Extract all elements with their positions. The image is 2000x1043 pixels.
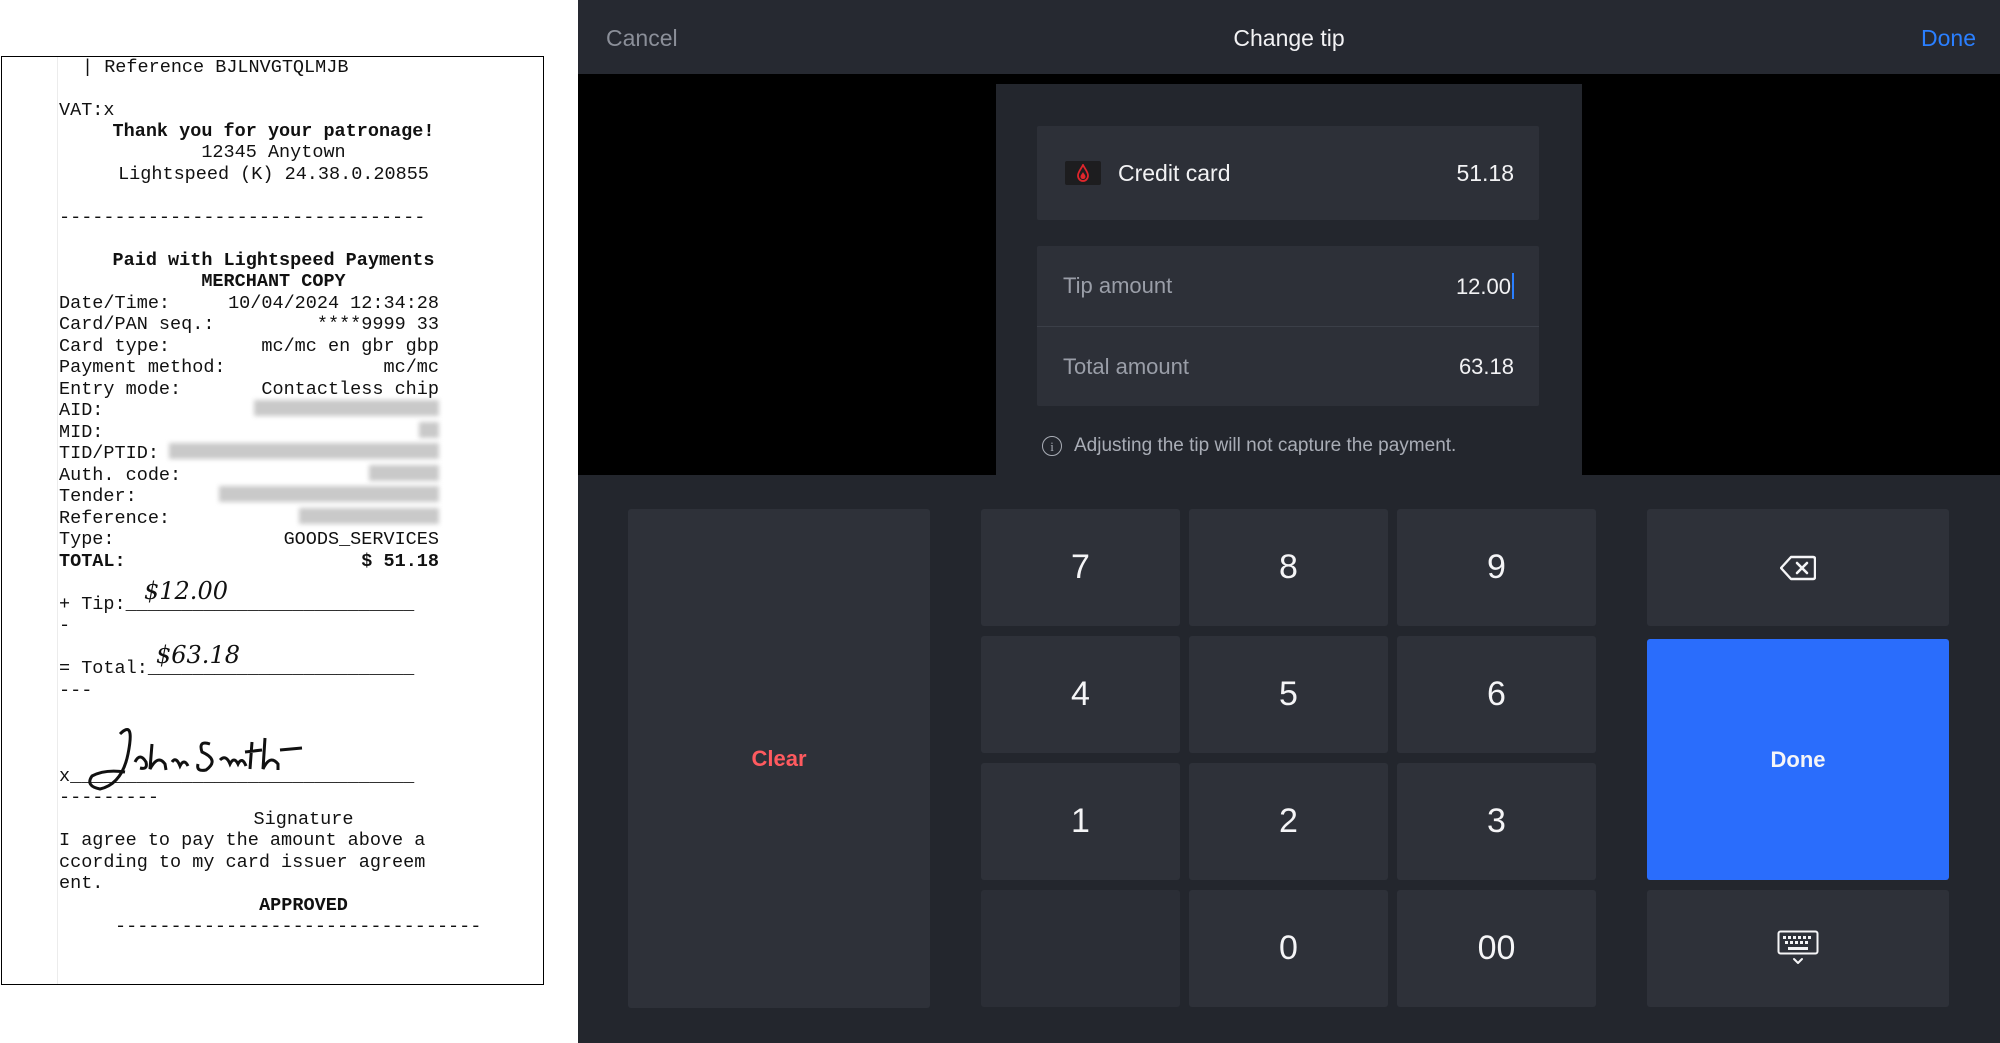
lightspeed-logo-icon bbox=[1065, 161, 1101, 185]
key-00[interactable]: 00 bbox=[1397, 890, 1596, 1007]
receipt-field-tid: TID/PTID: bbox=[59, 443, 439, 464]
key-5[interactable]: 5 bbox=[1189, 636, 1388, 753]
receipt-copy-type: MERCHANT COPY bbox=[201, 271, 346, 292]
handwritten-tip: $12.00 bbox=[144, 577, 228, 605]
capture-notice-text: Adjusting the tip will not capture the p… bbox=[1074, 435, 1457, 456]
info-icon: i bbox=[1042, 436, 1062, 456]
receipt-vat: VAT:x bbox=[59, 100, 115, 121]
redacted-value bbox=[299, 508, 439, 524]
capture-notice: i Adjusting the tip will not capture the… bbox=[1042, 435, 1456, 457]
receipt-paid-with: Paid with Lightspeed Payments bbox=[112, 250, 435, 271]
done-button[interactable]: Done bbox=[1921, 25, 1976, 52]
tip-amount-input[interactable]: 12.00 bbox=[1456, 273, 1514, 300]
tip-amount-row[interactable]: Tip amount 12.00 bbox=[1037, 246, 1539, 326]
receipt-reference: | Reference BJLNVGTQLMJB bbox=[82, 57, 349, 78]
text-caret bbox=[1512, 273, 1514, 299]
receipt-field-payment-method: Payment method: mc/mc bbox=[59, 357, 439, 378]
receipt-field-card-pan: Card/PAN seq.: ****9999 33 bbox=[59, 314, 439, 335]
receipt-agree: I agree to pay the amount above a bbox=[59, 830, 426, 851]
redacted-value bbox=[369, 465, 439, 481]
receipt-field-aid: AID: bbox=[59, 400, 439, 421]
receipt-agree: ccording to my card issuer agreem bbox=[59, 852, 426, 873]
redacted-value bbox=[254, 400, 439, 416]
backspace-key[interactable] bbox=[1647, 509, 1949, 626]
tip-amount-label: Tip amount bbox=[1063, 273, 1173, 298]
receipt-thanks: Thank you for your patronage! bbox=[112, 121, 435, 142]
redacted-value bbox=[219, 486, 439, 502]
key-0[interactable]: 0 bbox=[1189, 890, 1388, 1007]
key-9[interactable]: 9 bbox=[1397, 509, 1596, 626]
number-keypad: Clear 7 8 9 4 5 6 1 2 3 0 00 Done bbox=[578, 475, 2000, 1043]
total-amount-value: 63.18 bbox=[1458, 354, 1514, 379]
hide-keyboard-key[interactable] bbox=[1647, 890, 1949, 1007]
receipt-address: 12345 Anytown bbox=[201, 142, 346, 163]
receipt-field-reference: Reference: bbox=[59, 508, 439, 529]
receipt-field-tender: Tender: bbox=[59, 486, 439, 507]
payment-method-card: Credit card 51.18 bbox=[1037, 126, 1539, 220]
nav-bar: Cancel Change tip Done bbox=[578, 0, 2000, 74]
receipt-field-type: Type: GOODS_SERVICES bbox=[59, 529, 439, 550]
receipt-field-entry-mode: Entry mode: Contactless chip bbox=[59, 379, 439, 400]
handwritten-signature bbox=[88, 728, 303, 791]
total-amount-label: Total amount bbox=[1063, 354, 1189, 379]
receipt-dash: --- bbox=[59, 680, 93, 701]
clear-key[interactable]: Clear bbox=[628, 509, 930, 1008]
tip-panel: Credit card 51.18 Tip amount 12.00 Total… bbox=[996, 84, 1582, 484]
receipt-approved: APPROVED bbox=[259, 895, 348, 916]
receipt-version: Lightspeed (K) 24.38.0.20855 bbox=[118, 164, 429, 185]
receipt-field-auth-code: Auth. code: bbox=[59, 465, 439, 486]
backspace-icon bbox=[1780, 555, 1816, 580]
receipt-signature-label: Signature bbox=[253, 809, 354, 830]
receipt-divider: --------------------------------- bbox=[59, 207, 426, 228]
payment-method-label: Credit card bbox=[1118, 160, 1231, 186]
receipt-dash: --------- bbox=[59, 787, 159, 808]
key-8[interactable]: 8 bbox=[1189, 509, 1388, 626]
empty-key bbox=[981, 890, 1180, 1007]
done-key[interactable]: Done bbox=[1647, 639, 1949, 880]
redacted-value bbox=[419, 422, 439, 438]
key-6[interactable]: 6 bbox=[1397, 636, 1596, 753]
page-title: Change tip bbox=[1233, 25, 1345, 51]
handwritten-total: $63.18 bbox=[156, 641, 240, 669]
svg-text:$12.00: $12.00 bbox=[144, 577, 228, 605]
key-4[interactable]: 4 bbox=[981, 636, 1180, 753]
key-3[interactable]: 3 bbox=[1397, 763, 1596, 880]
key-1[interactable]: 1 bbox=[981, 763, 1180, 880]
keyboard-hide-icon bbox=[1777, 930, 1819, 964]
receipt-margin-line bbox=[57, 57, 58, 984]
receipt-field-datetime: Date/Time: 10/04/2024 12:34:28 bbox=[59, 293, 439, 314]
key-7[interactable]: 7 bbox=[981, 509, 1180, 626]
amounts-card: Tip amount 12.00 Total amount 63.18 bbox=[1037, 246, 1539, 406]
receipt-dash: - bbox=[59, 615, 71, 636]
receipt-field-card-type: Card type: mc/mc en gbr gbp bbox=[59, 336, 439, 357]
total-amount-row: Total amount 63.18 bbox=[1037, 326, 1539, 407]
receipt-agree: ent. bbox=[59, 873, 104, 894]
key-2[interactable]: 2 bbox=[1189, 763, 1388, 880]
receipt-field-mid: MID: bbox=[59, 422, 439, 443]
receipt-bottom-divider: --------------------------------- bbox=[115, 916, 482, 937]
receipt: | Reference BJLNVGTQLMJB VAT:x Thank you… bbox=[1, 56, 544, 985]
change-tip-screen: Cancel Change tip Done Credit card 51.18… bbox=[578, 0, 2000, 1043]
svg-text:$63.18: $63.18 bbox=[156, 641, 240, 669]
payment-amount: 51.18 bbox=[1456, 160, 1514, 186]
redacted-value bbox=[169, 443, 439, 459]
